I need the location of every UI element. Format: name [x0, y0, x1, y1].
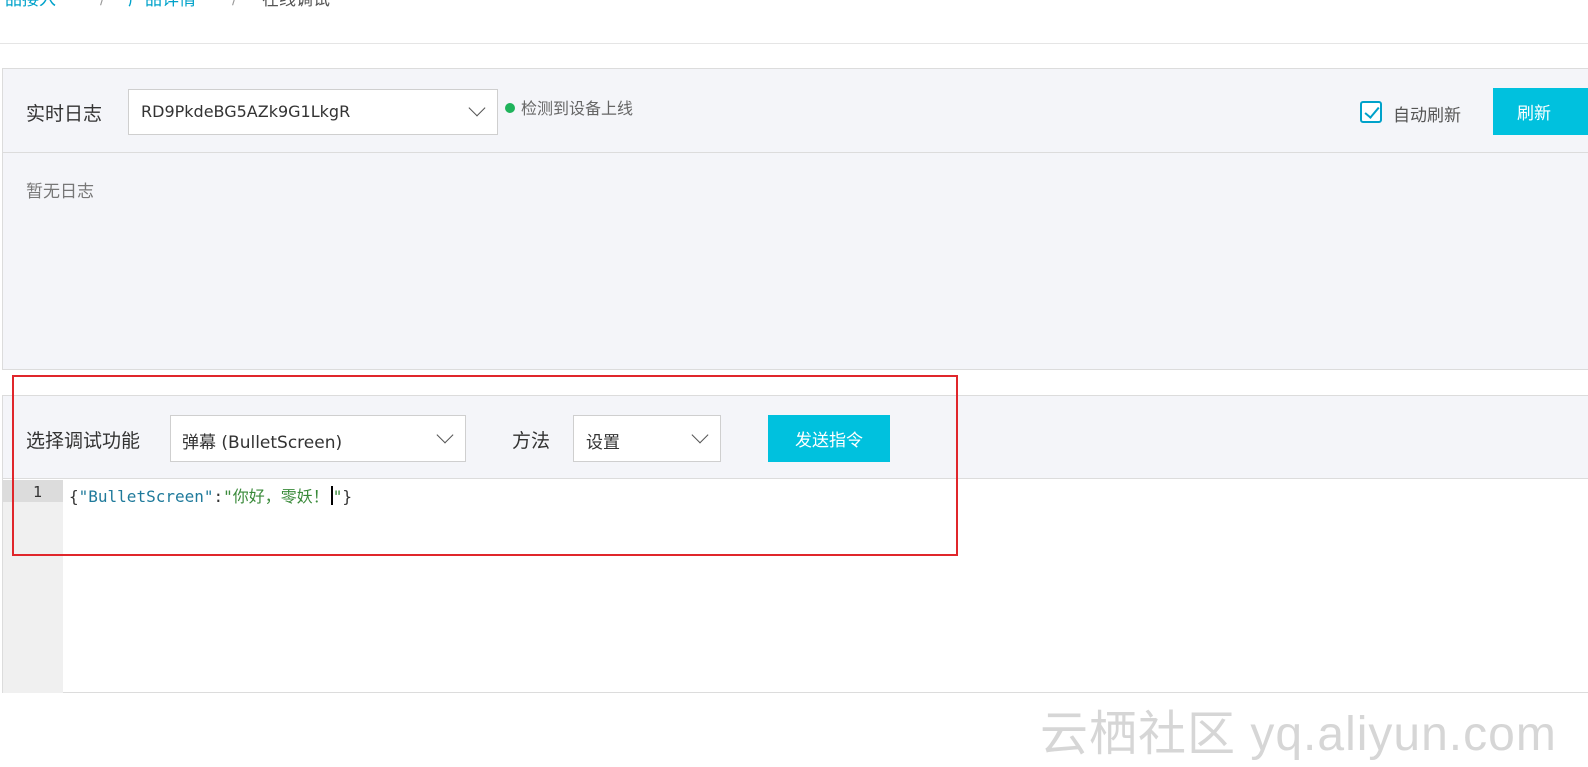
breadcrumb-current: 在线调试: [262, 0, 330, 10]
refresh-button[interactable]: 刷新: [1493, 88, 1588, 135]
code-brace-open: {: [69, 487, 79, 506]
header-divider: [0, 43, 1588, 44]
breadcrumb-link-products[interactable]: 产品接入: [0, 0, 56, 12]
method-select-value: 设置: [586, 433, 620, 453]
device-status: 检测到设备上线: [505, 95, 633, 119]
line-number: 1: [33, 483, 43, 501]
device-status-text: 检测到设备上线: [521, 99, 634, 118]
code-colon: :: [213, 487, 224, 506]
chevron-down-icon: [691, 426, 709, 444]
auto-refresh-checkbox[interactable]: [1360, 101, 1382, 123]
code-editor[interactable]: 1 {"BulletScreen":"你好，零妖！ "}: [3, 480, 1588, 693]
editor-gutter: [3, 480, 63, 693]
breadcrumb-separator: /: [232, 0, 237, 8]
code-value-end: ": [332, 487, 343, 506]
device-select[interactable]: RD9PkdeBG5AZk9G1LkgR: [128, 89, 498, 135]
watermark: 云栖社区 yq.aliyun.com: [1040, 708, 1557, 761]
log-toolbar: 实时日志 RD9PkdeBG5AZk9G1LkgR 检测到设备上线 自动刷新 刷…: [3, 69, 1588, 153]
method-select[interactable]: 设置: [573, 415, 721, 462]
realtime-log-panel: 实时日志 RD9PkdeBG5AZk9G1LkgR 检测到设备上线 自动刷新 刷…: [2, 68, 1588, 370]
function-label: 选择调试功能: [26, 430, 141, 452]
code-key: "BulletScreen": [78, 487, 214, 506]
breadcrumb-link-product-detail[interactable]: 产品详情: [128, 0, 196, 12]
debug-toolbar: 选择调试功能 弹幕 (BulletScreen) 方法 设置 发送指令: [3, 396, 1588, 479]
method-label: 方法: [512, 430, 551, 452]
page: 产品接入 / 产品详情 / 在线调试 实时日志 RD9PkdeBG5AZk9G1…: [0, 0, 1588, 767]
function-select[interactable]: 弹幕 (BulletScreen): [170, 415, 466, 462]
online-dot-icon: [505, 103, 515, 113]
code-value: "你好，零妖！: [223, 487, 329, 506]
empty-log-message: 暂无日志: [26, 182, 94, 202]
debug-panel: 选择调试功能 弹幕 (BulletScreen) 方法 设置 发送指令 1 {"…: [2, 395, 1588, 693]
code-line[interactable]: {"BulletScreen":"你好，零妖！ "}: [69, 483, 352, 507]
chevron-down-icon: [468, 99, 486, 117]
auto-refresh-label: 自动刷新: [1393, 106, 1461, 126]
device-select-value: RD9PkdeBG5AZk9G1LkgR: [141, 102, 351, 121]
log-title: 实时日志: [26, 103, 103, 125]
function-select-value: 弹幕 (BulletScreen): [182, 433, 343, 453]
code-brace-close: }: [342, 487, 353, 506]
send-command-button[interactable]: 发送指令: [768, 415, 890, 462]
breadcrumb-separator: /: [100, 0, 105, 8]
chevron-down-icon: [436, 426, 454, 444]
